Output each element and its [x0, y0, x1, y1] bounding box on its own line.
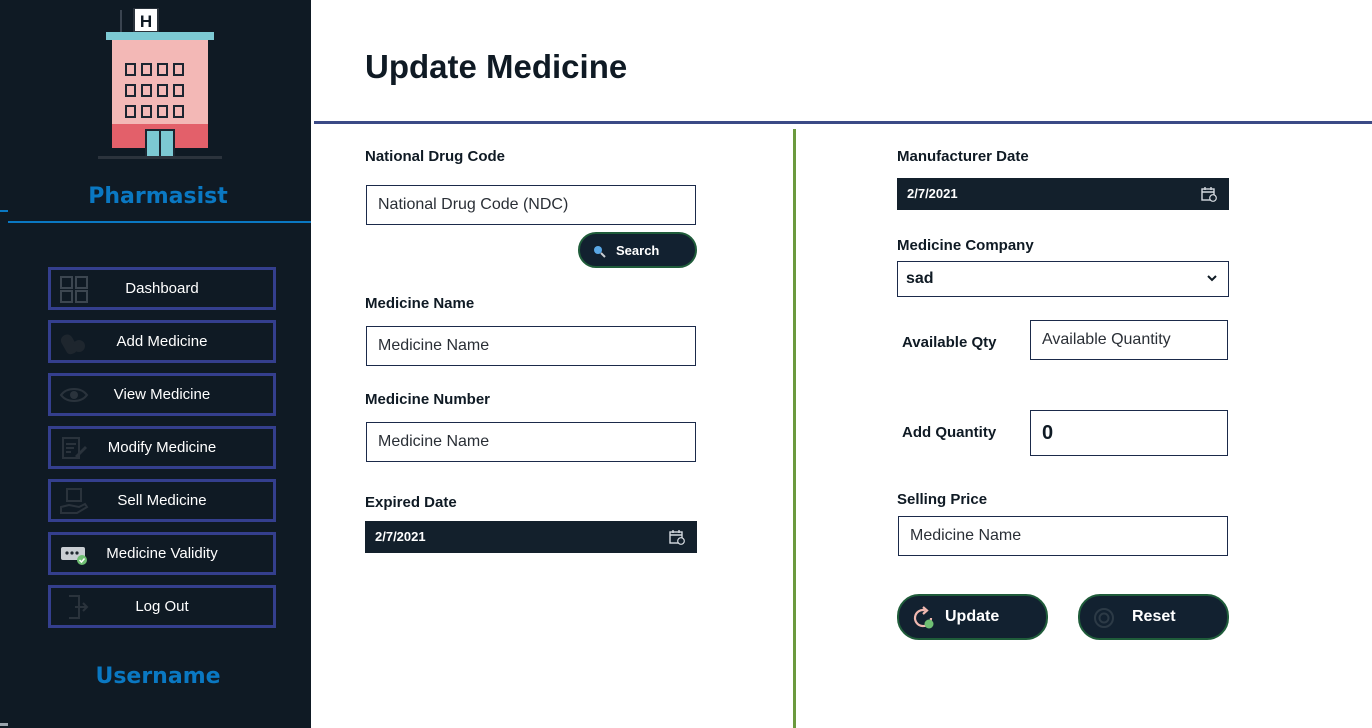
expired-date-label: Expired Date: [365, 494, 457, 511]
medicine-number-label: Medicine Number: [365, 391, 491, 408]
role-divider: [8, 221, 311, 223]
sidebar-item-sell-medicine[interactable]: Sell Medicine: [48, 479, 276, 522]
role-title: Pharmasist: [88, 184, 228, 209]
column-divider: [793, 129, 796, 728]
medicine-company-select[interactable]: sad: [897, 261, 1229, 297]
ndc-label: National Drug Code: [365, 148, 506, 165]
available-qty-input[interactable]: Available Quantity: [1030, 320, 1228, 360]
add-quantity-input[interactable]: 0: [1030, 410, 1228, 456]
sidebar-item-label: Add Medicine: [116, 333, 208, 350]
sidebar: H Pharmasist Dashboard Add Medicine View…: [0, 0, 311, 728]
sidebar-nav: Dashboard Add Medicine View Medicine Mod…: [48, 267, 276, 638]
chevron-down-icon: [1207, 275, 1217, 282]
sidebar-item-modify-medicine[interactable]: Modify Medicine: [48, 426, 276, 469]
role-tick-divider: [0, 210, 8, 212]
medicine-company-label: Medicine Company: [897, 237, 1034, 254]
svg-text:H: H: [140, 12, 152, 31]
sidebar-item-view-medicine[interactable]: View Medicine: [48, 373, 276, 416]
expired-date-picker[interactable]: 2/7/2021: [365, 521, 697, 553]
sidebar-item-label: Log Out: [135, 598, 189, 615]
page-title: Update Medicine: [365, 48, 628, 85]
sidebar-item-log-out[interactable]: Log Out: [48, 585, 276, 628]
sidebar-item-add-medicine[interactable]: Add Medicine: [48, 320, 276, 363]
calendar-icon[interactable]: [1201, 186, 1217, 202]
manufacturer-date-value: 2/7/2021: [907, 186, 958, 201]
search-icon: [594, 246, 606, 258]
app-window: H Pharmasist Dashboard Add Medicine View…: [0, 0, 1372, 728]
reset-icon: [1094, 608, 1114, 628]
search-button-label: Search: [616, 242, 660, 258]
sidebar-item-dashboard[interactable]: Dashboard: [48, 267, 276, 310]
medicine-company-value: sad: [906, 270, 934, 287]
username-label: Username: [95, 664, 221, 689]
hospital-logo-icon: H: [98, 8, 222, 159]
medicine-name-label: Medicine Name: [365, 295, 475, 312]
sidebar-item-label: Medicine Validity: [106, 545, 218, 562]
reset-button[interactable]: Reset: [1078, 594, 1229, 640]
add-quantity-label: Add Quantity: [902, 424, 997, 441]
reset-button-label: Reset: [1132, 608, 1176, 625]
medicine-number-input[interactable]: Medicine Name: [366, 422, 696, 462]
calendar-icon[interactable]: [669, 529, 685, 545]
sidebar-item-label: Sell Medicine: [117, 492, 207, 509]
available-qty-label: Available Qty: [902, 334, 997, 351]
update-button-label: Update: [945, 608, 1000, 625]
manufacturer-date-picker[interactable]: 2/7/2021: [897, 178, 1229, 210]
manufacturer-date-label: Manufacturer Date: [897, 148, 1029, 165]
sidebar-item-label: Modify Medicine: [107, 439, 217, 456]
selling-price-input[interactable]: Medicine Name: [898, 516, 1228, 556]
medicine-name-input[interactable]: Medicine Name: [366, 326, 696, 366]
search-button[interactable]: Search: [578, 232, 697, 268]
update-button[interactable]: Update: [897, 594, 1048, 640]
ndc-input[interactable]: National Drug Code (NDC): [366, 185, 696, 225]
sidebar-item-label: View Medicine: [113, 386, 211, 403]
expired-date-value: 2/7/2021: [375, 529, 426, 544]
refresh-icon: [913, 606, 934, 629]
title-divider: [314, 121, 1372, 124]
sidebar-item-label: Dashboard: [125, 280, 199, 297]
sidebar-item-medicine-validity[interactable]: Medicine Validity: [48, 532, 276, 575]
selling-price-label: Selling Price: [897, 491, 988, 508]
scroll-indicator: [0, 723, 8, 726]
